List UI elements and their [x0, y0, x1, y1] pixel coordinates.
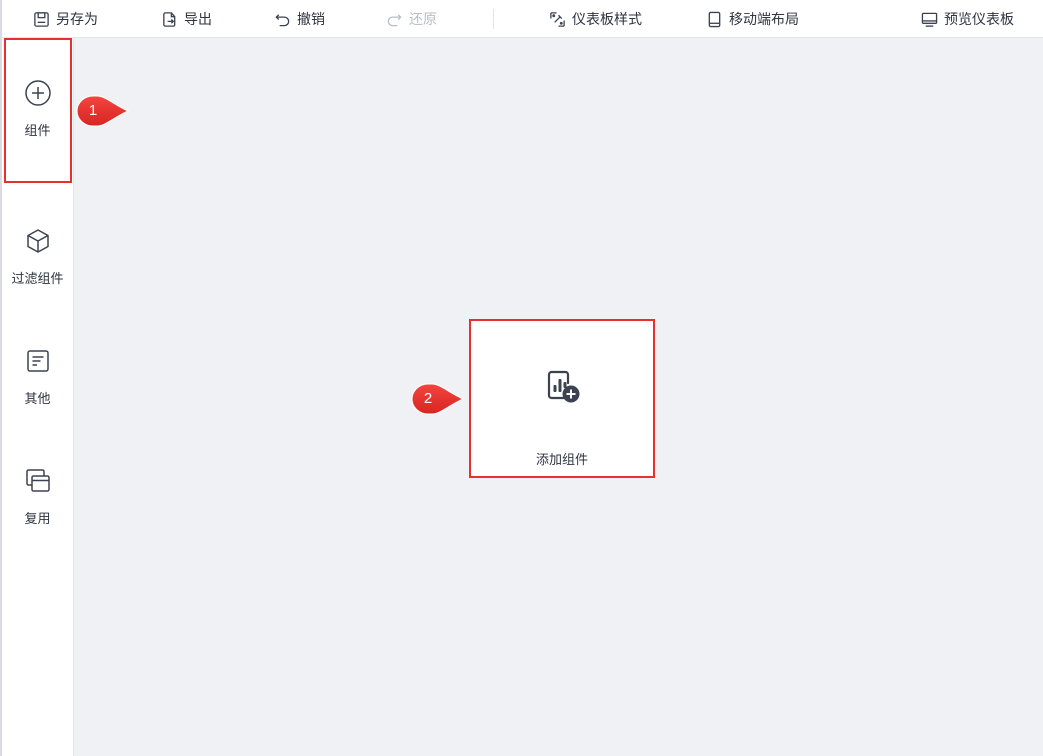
- save-as-button[interactable]: 另存为: [33, 9, 98, 29]
- sidebar-item-label: 复用: [24, 512, 51, 527]
- toolbar-divider: [493, 9, 494, 29]
- export-button[interactable]: 导出: [161, 9, 212, 29]
- dashboard-style-label: 仪表板样式: [572, 12, 642, 28]
- sidebar-item-reuse[interactable]: 复用: [2, 467, 73, 547]
- preview-dashboard-label: 预览仪表板: [944, 12, 1014, 28]
- mobile-icon: [708, 11, 721, 27]
- annotation-number: 2: [423, 390, 433, 407]
- add-component-card[interactable]: 添加组件: [469, 319, 655, 478]
- left-sidebar: 组件 过滤组件 其他 复用: [2, 38, 74, 756]
- redo-button[interactable]: 还原: [386, 9, 437, 29]
- redo-icon: [387, 13, 402, 26]
- save-as-label: 另存为: [56, 12, 98, 28]
- dashboard-editor: 另存为 导出 撤销 还原 仪表板样式 移动端布局 预览仪表板 组件 过滤组件 其…: [0, 0, 1043, 756]
- plus-circle-icon: [24, 80, 51, 106]
- undo-button[interactable]: 撤销: [274, 9, 325, 29]
- document-icon: [26, 350, 49, 372]
- add-component-label: 添加组件: [535, 453, 588, 468]
- cube-icon: [26, 229, 49, 253]
- sidebar-item-filter-components[interactable]: 过滤组件: [2, 227, 73, 307]
- top-toolbar: 另存为 导出 撤销 还原 仪表板样式 移动端布局 预览仪表板: [2, 0, 1043, 38]
- windows-icon: [25, 469, 50, 492]
- style-icon: [550, 11, 565, 27]
- undo-label: 撤销: [297, 12, 325, 28]
- mobile-layout-button[interactable]: 移动端布局: [706, 9, 799, 29]
- sidebar-item-label: 其他: [24, 392, 51, 407]
- chart-add-icon: [547, 370, 580, 403]
- undo-icon: [275, 13, 290, 26]
- sidebar-item-components[interactable]: 组件: [2, 79, 73, 159]
- sidebar-item-other[interactable]: 其他: [2, 347, 73, 427]
- export-icon: [163, 11, 176, 27]
- annotation-callout-2: 2: [409, 382, 465, 416]
- monitor-icon: [921, 12, 938, 27]
- sidebar-item-label: 组件: [24, 124, 51, 139]
- export-label: 导出: [184, 12, 212, 28]
- annotation-callout-1: 1: [74, 94, 130, 128]
- annotation-number: 1: [88, 102, 98, 119]
- redo-label: 还原: [409, 12, 437, 28]
- mobile-layout-label: 移动端布局: [729, 12, 799, 28]
- preview-dashboard-button[interactable]: 预览仪表板: [921, 9, 1014, 29]
- sidebar-item-label: 过滤组件: [11, 272, 64, 287]
- save-icon: [34, 11, 49, 27]
- dashboard-style-button[interactable]: 仪表板样式: [549, 9, 642, 29]
